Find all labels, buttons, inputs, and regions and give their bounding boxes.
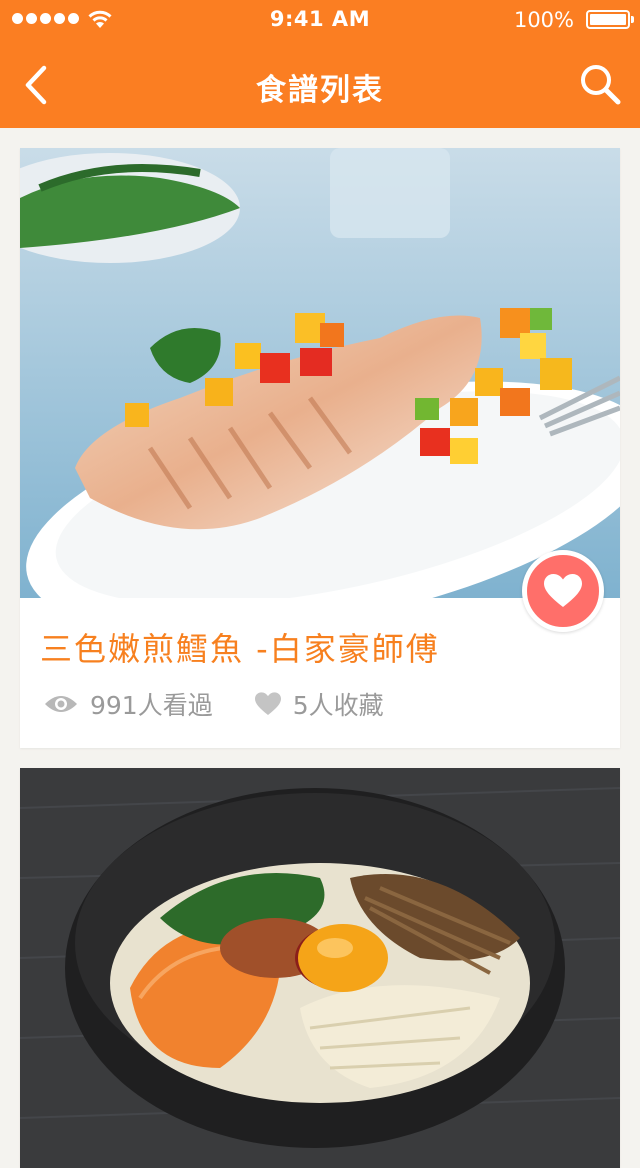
- nav-bar: 食譜列表: [0, 40, 640, 128]
- heart-icon: [254, 692, 281, 715]
- view-count: 991人看過: [44, 686, 213, 722]
- heart-icon: [544, 574, 582, 607]
- status-bar: 9:41 AM 100%: [0, 0, 640, 40]
- battery-icon: [586, 10, 634, 29]
- recipe-title[interactable]: 三色嫩煎鱈魚 -白家豪師傅: [40, 624, 440, 670]
- search-icon[interactable]: [578, 62, 622, 106]
- view-count-text: 991人看過: [90, 691, 213, 720]
- app-header: 9:41 AM 100% 食譜列表: [0, 0, 640, 128]
- recipe-photo[interactable]: [20, 768, 620, 1168]
- recipe-card[interactable]: 三色嫩煎鱈魚 -白家豪師傅 991人看過 5人收藏: [20, 148, 620, 748]
- page-title: 食譜列表: [256, 73, 384, 108]
- favorite-count-text: 5人收藏: [292, 691, 384, 720]
- recipe-card[interactable]: [20, 768, 620, 1168]
- recipe-photo[interactable]: [20, 148, 620, 598]
- eye-icon: [45, 696, 77, 712]
- recipe-meta: 991人看過 5人收藏: [44, 688, 384, 720]
- battery-percentage: 100%: [513, 8, 574, 32]
- favorite-button[interactable]: [522, 550, 604, 632]
- favorite-count: 5人收藏: [254, 686, 384, 722]
